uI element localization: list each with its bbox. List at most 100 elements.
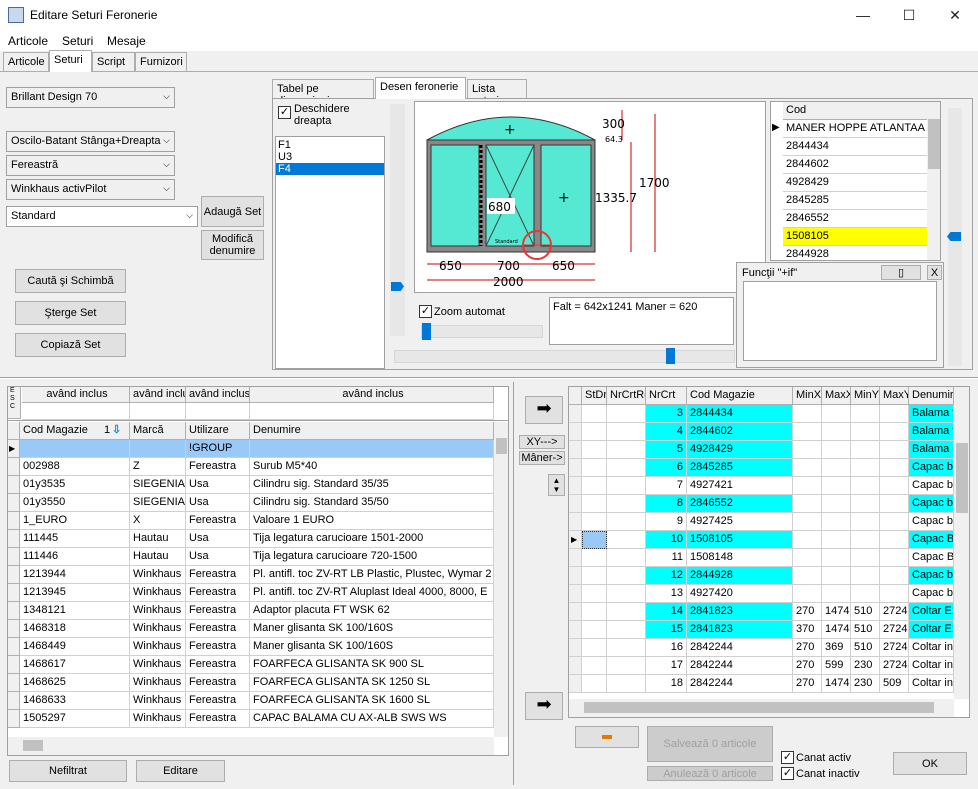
table-cell[interactable]: Fereastra — [186, 692, 250, 710]
table-cell[interactable] — [582, 549, 607, 567]
table-cell[interactable]: Balama to — [909, 423, 954, 441]
edit-button[interactable]: Editare — [136, 760, 225, 782]
table-cell[interactable]: 2724 — [880, 639, 909, 657]
filter-input-cod[interactable] — [22, 403, 130, 420]
table-cell[interactable]: FOARFECA GLISANTA SK 1600 SL — [250, 692, 494, 710]
table-cell[interactable]: Capac Ba — [909, 549, 954, 567]
table-cell[interactable] — [822, 513, 851, 531]
table-cell[interactable] — [607, 441, 646, 459]
table-cell[interactable] — [793, 459, 822, 477]
table-cell[interactable]: 2842244 — [687, 675, 793, 693]
table-cell[interactable]: 111446 — [20, 548, 130, 566]
table-cell[interactable]: Adaptor placuta FT WSK 62 — [250, 602, 494, 620]
table-cell[interactable]: 2844602 — [687, 423, 793, 441]
table-cell[interactable]: 13 — [646, 585, 687, 603]
row-header[interactable] — [569, 675, 582, 693]
table-cell[interactable]: Balama to — [909, 405, 954, 423]
tab-script[interactable]: Script — [92, 52, 135, 72]
table-cell[interactable]: 1213945 — [20, 584, 130, 602]
table-cell[interactable] — [607, 531, 646, 549]
table-cell[interactable] — [822, 531, 851, 549]
table-cell[interactable] — [607, 603, 646, 621]
up-down-spinner[interactable]: ▲ ▼ — [548, 474, 565, 496]
row-header[interactable] — [569, 495, 582, 513]
table-cell[interactable]: Fereastra — [186, 638, 250, 656]
table-cell[interactable]: 510 — [851, 621, 880, 639]
table-cell[interactable]: FOARFECA GLISANTA SK 1250 SL — [250, 674, 494, 692]
table-cell[interactable] — [851, 495, 880, 513]
row-header[interactable] — [8, 530, 20, 548]
menu-seturi[interactable]: Seturi — [62, 34, 93, 48]
col-header-cod[interactable]: Cod Magazie 1 ⇩ — [20, 422, 130, 440]
table-cell[interactable]: Usa — [186, 548, 250, 566]
tab-seturi[interactable]: Seturi — [49, 50, 92, 72]
table-cell[interactable] — [607, 477, 646, 495]
table-cell[interactable]: 4927425 — [687, 513, 793, 531]
table-cell[interactable] — [582, 459, 607, 477]
set-grid-vscroll[interactable] — [954, 387, 969, 699]
table-cell[interactable]: 230 — [851, 675, 880, 693]
table-cell[interactable]: Fereastra — [186, 584, 250, 602]
col-header[interactable]: Denumire — [909, 387, 954, 405]
table-cell[interactable] — [880, 513, 909, 531]
table-cell[interactable]: Coltar ine — [909, 639, 954, 657]
filter-input-denumire[interactable] — [250, 403, 494, 420]
table-cell[interactable]: 17 — [646, 657, 687, 675]
table-cell[interactable]: Cilindru sig. Standard 35/50 — [250, 494, 494, 512]
add-set-button[interactable]: Adaugă Set — [201, 196, 264, 227]
table-cell[interactable] — [880, 405, 909, 423]
table-cell[interactable] — [582, 585, 607, 603]
table-cell[interactable]: X — [130, 512, 186, 530]
table-cell[interactable]: Fereastra — [186, 566, 250, 584]
row-header[interactable] — [8, 566, 20, 584]
table-cell[interactable] — [880, 531, 909, 549]
table-cell[interactable]: 1505297 — [20, 710, 130, 728]
table-cell[interactable]: 1508105 — [687, 531, 793, 549]
row-header[interactable] — [569, 477, 582, 495]
table-cell[interactable]: 509 — [880, 675, 909, 693]
table-cell[interactable] — [880, 477, 909, 495]
table-cell[interactable]: Fereastra — [186, 620, 250, 638]
table-cell[interactable] — [851, 441, 880, 459]
table-cell[interactable]: 15 — [646, 621, 687, 639]
table-cell[interactable] — [851, 585, 880, 603]
table-cell[interactable]: 5 — [646, 441, 687, 459]
table-cell[interactable] — [793, 495, 822, 513]
table-cell[interactable]: 1468318 — [20, 620, 130, 638]
esc-button[interactable]: E S C — [8, 387, 21, 419]
table-cell[interactable] — [822, 567, 851, 585]
copy-set-button[interactable]: Copiază Set — [15, 333, 126, 357]
table-cell[interactable]: Winkhaus — [130, 710, 186, 728]
table-cell[interactable] — [822, 405, 851, 423]
canat-activ-checkbox[interactable]: ✓ — [781, 751, 794, 764]
table-cell[interactable] — [793, 423, 822, 441]
table-cell[interactable] — [822, 441, 851, 459]
table-cell[interactable]: 1213944 — [20, 566, 130, 584]
col-header[interactable]: Cod Magazie — [687, 387, 793, 405]
table-cell[interactable]: Winkhaus — [130, 692, 186, 710]
table-cell[interactable] — [582, 405, 607, 423]
table-cell[interactable]: Pl. antifl. toc ZV-RT LB Plastic, Pluste… — [250, 566, 494, 584]
table-cell[interactable] — [607, 639, 646, 657]
variant-list[interactable]: F1 U3 F4 — [275, 136, 385, 369]
table-cell[interactable]: CAPAC BALAMA CU AX-ALB SWS WS — [250, 710, 494, 728]
table-cell[interactable]: 599 — [822, 657, 851, 675]
table-cell[interactable]: 1468625 — [20, 674, 130, 692]
table-cell[interactable] — [793, 477, 822, 495]
table-cell[interactable] — [582, 423, 607, 441]
table-cell[interactable]: 4927421 — [687, 477, 793, 495]
col-header-denumire[interactable]: Denumire — [250, 422, 494, 440]
table-cell[interactable]: 3 — [646, 405, 687, 423]
cod-row[interactable]: 2846552 — [783, 210, 928, 228]
table-cell[interactable]: 2724 — [880, 603, 909, 621]
table-cell[interactable]: 1508148 — [687, 549, 793, 567]
table-cell[interactable]: Winkhaus — [130, 566, 186, 584]
table-cell[interactable]: 510 — [851, 639, 880, 657]
table-cell[interactable] — [250, 440, 494, 458]
maner-button[interactable]: Mâner-> — [519, 451, 565, 465]
add-to-set-button[interactable]: ➡ — [525, 396, 563, 424]
row-header[interactable]: ▶ — [569, 531, 582, 549]
functii-textarea[interactable] — [743, 281, 937, 361]
table-cell[interactable] — [582, 495, 607, 513]
table-cell[interactable]: 7 — [646, 477, 687, 495]
